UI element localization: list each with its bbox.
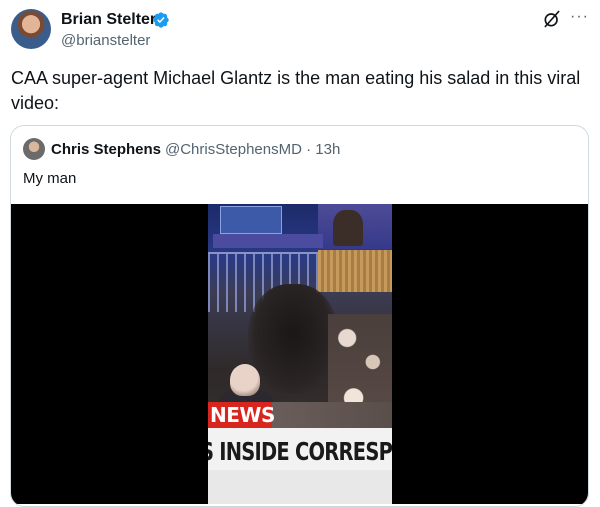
video-frame: NEWS S INSIDE CORRESPON (208, 204, 392, 504)
lower-third-text: S INSIDE CORRESPON (208, 437, 392, 466)
author-name[interactable]: Brian Stelter (61, 10, 156, 30)
head-table (318, 250, 392, 292)
tweet-text: CAA super-agent Michael Glantz is the ma… (11, 68, 581, 113)
quote-meta: @ChrisStephensMD · 13h (165, 140, 340, 159)
lower-third-band (208, 470, 392, 504)
news-strip (272, 402, 392, 428)
diner-head (230, 364, 260, 396)
verified-badge-icon (153, 12, 169, 28)
stage-banner (213, 234, 323, 248)
quote-separator: · (306, 141, 312, 158)
news-label: NEWS (208, 402, 275, 428)
author-avatar[interactable] (11, 9, 51, 49)
quote-author-avatar[interactable] (23, 138, 45, 160)
podium-speaker (333, 210, 363, 246)
video-player[interactable]: NEWS S INSIDE CORRESPON (11, 204, 588, 504)
quote-text: My man (23, 170, 77, 187)
quote-time[interactable]: 13h (315, 141, 340, 158)
quote-author-handle[interactable]: @ChrisStephensMD (165, 141, 302, 158)
quoted-tweet[interactable]: Chris Stephens @ChrisStephensMD · 13h My… (10, 125, 589, 507)
grok-icon[interactable] (542, 9, 562, 29)
blurred-figure (248, 284, 338, 394)
more-options-icon[interactable]: ··· (570, 8, 589, 26)
author-handle[interactable]: @brianstelter (61, 31, 150, 50)
stage-sign (220, 206, 282, 234)
quote-author-name[interactable]: Chris Stephens (51, 140, 161, 159)
